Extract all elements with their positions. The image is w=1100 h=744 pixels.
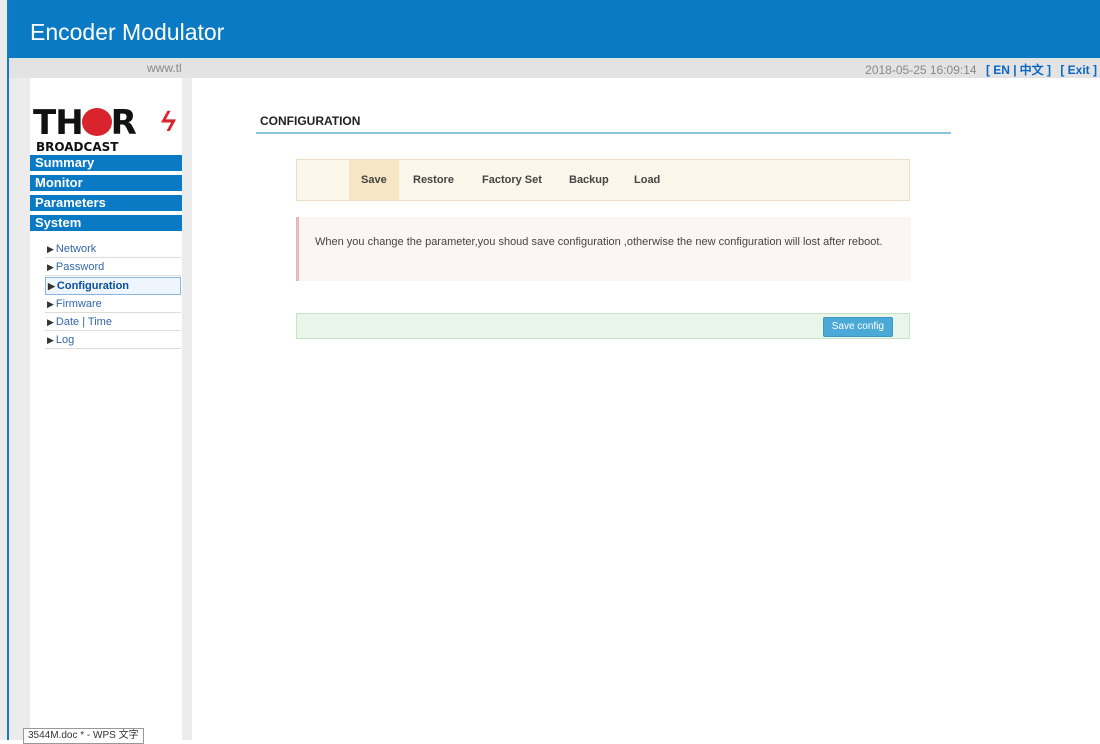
lightning-bolt-icon: ϟ xyxy=(158,106,179,137)
submenu-network[interactable]: ▶ Network xyxy=(45,241,181,258)
submenu-configuration[interactable]: ▶ Configuration xyxy=(45,277,181,295)
tab-restore[interactable]: Restore xyxy=(401,160,466,200)
triangle-right-icon: ▶ xyxy=(47,317,54,327)
app-title: Encoder Modulator xyxy=(30,19,225,45)
title-divider xyxy=(256,132,951,134)
logo-wordmark: TH R xyxy=(33,103,137,143)
config-toolbar: Save Restore Factory Set Backup Load xyxy=(296,159,910,201)
main-content: CONFIGURATION Save Restore Factory Set B… xyxy=(192,78,1100,740)
menu-monitor[interactable]: Monitor xyxy=(30,175,182,191)
alert-message: When you change the parameter,you shoud … xyxy=(315,236,883,248)
triangle-right-icon: ▶ xyxy=(47,335,54,345)
submenu-password[interactable]: ▶ Password xyxy=(45,259,181,276)
main-menu: Summary Monitor Parameters System xyxy=(30,155,182,235)
page-title: CONFIGURATION xyxy=(260,114,361,128)
submenu-log[interactable]: ▶ Log xyxy=(45,332,181,349)
triangle-right-icon: ▶ xyxy=(47,299,54,309)
tab-backup[interactable]: Backup xyxy=(557,160,621,200)
window-left-edge xyxy=(0,0,9,740)
app-header: Encoder Modulator xyxy=(9,0,1100,58)
sidebar-background: TH R ϟ BROADCAST Summary Monitor Paramete… xyxy=(9,78,192,740)
tab-load[interactable]: Load xyxy=(622,160,672,200)
system-submenu: ▶ Network ▶ Password ▶ Configuration ▶ Firmw… xyxy=(45,241,181,350)
action-bar: Save config xyxy=(296,313,910,339)
brand-logo: TH R ϟ BROADCAST xyxy=(33,103,181,154)
triangle-right-icon: ▶ xyxy=(47,244,54,254)
status-bar: www.tl 2018-05-25 16:09:14 [ EN | 中文 ] [ … xyxy=(9,58,1100,78)
triangle-right-icon: ▶ xyxy=(47,262,54,272)
taskbar-tooltip: 3544M.doc * - WPS 文字 xyxy=(23,728,144,744)
save-config-button[interactable]: Save config xyxy=(822,317,893,337)
submenu-datetime[interactable]: ▶ Date | Time xyxy=(45,314,181,331)
status-right: 2018-05-25 16:09:14 [ EN | 中文 ] [ Exit ] xyxy=(865,61,1097,78)
logo-o-disc xyxy=(81,108,112,136)
site-url: www.tl xyxy=(147,61,182,75)
exit-link[interactable]: [ Exit ] xyxy=(1060,63,1097,77)
menu-parameters[interactable]: Parameters xyxy=(30,195,182,211)
tab-factory-set[interactable]: Factory Set xyxy=(470,160,554,200)
warning-alert: When you change the parameter,you shoud … xyxy=(296,217,911,281)
sidebar: TH R ϟ BROADCAST Summary Monitor Paramete… xyxy=(30,78,182,740)
submenu-firmware[interactable]: ▶ Firmware xyxy=(45,296,181,313)
lang-zh-link[interactable]: 中文 ] xyxy=(1020,63,1051,77)
menu-system[interactable]: System xyxy=(30,215,182,231)
logo-subtitle: BROADCAST xyxy=(36,140,119,154)
triangle-right-icon: ▶ xyxy=(48,281,55,291)
datetime-display: 2018-05-25 16:09:14 xyxy=(865,63,977,77)
lang-en-link[interactable]: [ EN | xyxy=(986,63,1017,77)
menu-summary[interactable]: Summary xyxy=(30,155,182,171)
tab-save[interactable]: Save xyxy=(349,160,399,200)
